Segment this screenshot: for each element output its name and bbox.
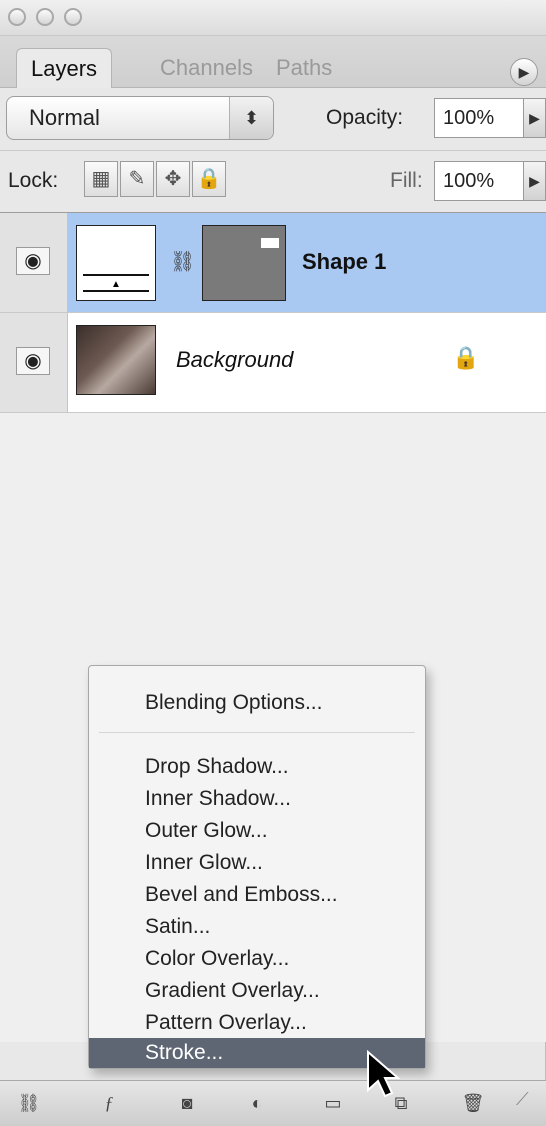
- fx-icon: ƒ: [104, 1093, 114, 1113]
- minimize-window-button[interactable]: [36, 8, 54, 26]
- up-down-arrows-icon: ⬍: [243, 108, 260, 128]
- menu-item-inner-glow[interactable]: Inner Glow...: [89, 848, 425, 878]
- vector-mask-thumbnail: [202, 225, 286, 301]
- folder-icon: ▭: [324, 1093, 342, 1113]
- menu-item-inner-shadow[interactable]: Inner Shadow...: [89, 784, 425, 814]
- resize-grip-icon[interactable]: ⟋: [516, 1089, 540, 1119]
- link-icon: ⛓: [17, 1093, 41, 1113]
- adjustment-layer-button[interactable]: ◐: [240, 1087, 274, 1119]
- trash-icon: 🗑: [461, 1093, 485, 1113]
- mouse-pointer-icon: [367, 1050, 401, 1098]
- eye-icon[interactable]: ◉: [16, 247, 50, 275]
- lock-label: Lock:: [8, 169, 59, 192]
- brush-icon: ✎: [128, 168, 146, 190]
- mask-icon: ◙: [181, 1093, 193, 1113]
- tab-paths[interactable]: Paths: [262, 48, 346, 88]
- layer-style-button[interactable]: ƒ: [92, 1087, 126, 1119]
- lock-transparent-pixels-button[interactable]: ▦: [84, 161, 118, 197]
- lock-icon: 🔒: [196, 168, 222, 190]
- adjustment-icon: ◐: [251, 1093, 263, 1113]
- blend-row: Normal ⬍ Opacity: 100% ▶: [0, 88, 546, 150]
- triangle-right-icon: ▶: [529, 110, 540, 126]
- opacity-label: Opacity:: [326, 106, 404, 129]
- new-group-button[interactable]: ▭: [316, 1087, 350, 1119]
- layer-name[interactable]: Background: [176, 347, 293, 373]
- close-window-button[interactable]: [8, 8, 26, 26]
- link-layers-button[interactable]: ⛓: [12, 1087, 46, 1119]
- lock-position-button[interactable]: ✥: [156, 161, 190, 197]
- link-icon[interactable]: ⛓: [170, 249, 195, 274]
- opacity-input[interactable]: 100%: [434, 98, 524, 138]
- panel-tabs: Layers Channels Paths ▶: [0, 36, 546, 88]
- fill-input[interactable]: 100%: [434, 161, 524, 201]
- triangle-right-icon: ▶: [529, 173, 540, 189]
- triangle-right-icon: ▶: [518, 64, 530, 80]
- blend-mode-stepper[interactable]: ⬍: [229, 97, 273, 139]
- visibility-cell[interactable]: ◉: [0, 213, 68, 312]
- window-titlebar: [0, 0, 546, 36]
- visibility-cell[interactable]: ◉: [0, 313, 68, 412]
- eye-icon[interactable]: ◉: [16, 347, 50, 375]
- blend-mode-select[interactable]: Normal ⬍: [6, 96, 274, 140]
- menu-item-pattern-overlay[interactable]: Pattern Overlay...: [89, 1008, 425, 1038]
- menu-item-drop-shadow[interactable]: Drop Shadow...: [89, 752, 425, 782]
- add-mask-button[interactable]: ◙: [170, 1087, 204, 1119]
- menu-item-bevel-and-emboss[interactable]: Bevel and Emboss...: [89, 880, 425, 910]
- layer-name[interactable]: Shape 1: [302, 249, 386, 275]
- layers-toolbar: ⛓ ƒ ◙ ◐ ▭ ⧉ 🗑 ⟋: [0, 1080, 546, 1126]
- menu-item-satin[interactable]: Satin...: [89, 912, 425, 942]
- delete-layer-button[interactable]: 🗑: [456, 1087, 490, 1119]
- tab-channels[interactable]: Channels: [146, 48, 267, 88]
- layer-row-background[interactable]: ◉ Background 🔒: [0, 313, 546, 413]
- layer-row-shape-1[interactable]: ◉ ▲ ⛓ Shape 1: [0, 213, 546, 313]
- opacity-slider-button[interactable]: ▶: [524, 98, 546, 138]
- lock-icon: 🔒: [452, 345, 480, 370]
- fill-slider-button[interactable]: ▶: [524, 161, 546, 201]
- move-arrows-icon: ✥: [164, 168, 182, 190]
- menu-item-blending-options[interactable]: Blending Options...: [89, 688, 425, 718]
- menu-item-color-overlay[interactable]: Color Overlay...: [89, 944, 425, 974]
- lock-all-button[interactable]: 🔒: [192, 161, 226, 197]
- menu-item-gradient-overlay[interactable]: Gradient Overlay...: [89, 976, 425, 1006]
- tab-layers[interactable]: Layers: [16, 48, 113, 88]
- panel-menu-button[interactable]: ▶: [510, 58, 538, 86]
- menu-divider: [99, 732, 415, 733]
- lock-row: Lock: ▦ ✎ ✥ 🔒 Fill: 100% ▶: [0, 150, 546, 212]
- blend-mode-value: Normal: [29, 105, 100, 130]
- layers-panel: Layers Channels Paths ▶ Normal ⬍ Opacity…: [0, 0, 546, 1126]
- zoom-window-button[interactable]: [64, 8, 82, 26]
- background-thumbnail: [76, 325, 156, 395]
- fill-label: Fill:: [390, 169, 423, 192]
- checkerboard-icon: ▦: [91, 168, 111, 190]
- menu-item-outer-glow[interactable]: Outer Glow...: [89, 816, 425, 846]
- lock-image-pixels-button[interactable]: ✎: [120, 161, 154, 197]
- layer-thumbnail: ▲: [76, 225, 156, 301]
- layer-style-menu: Blending Options... Drop Shadow... Inner…: [88, 665, 426, 1069]
